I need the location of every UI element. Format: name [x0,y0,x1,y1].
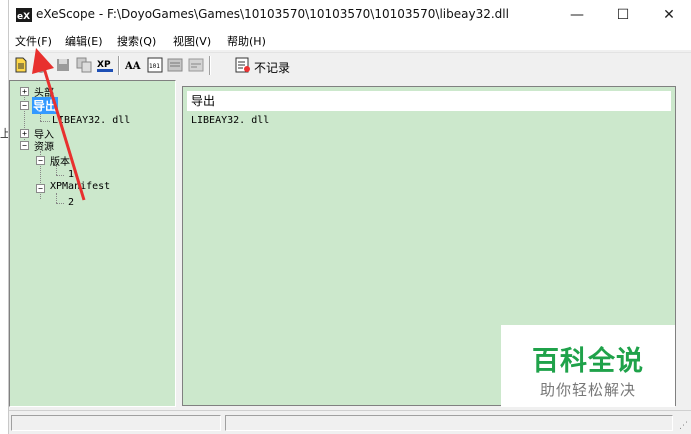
collapse-icon[interactable]: − [20,141,29,150]
maximize-icon: ☐ [616,7,630,23]
title-bar[interactable]: eX eXeScope - F:\DoyoGames\Games\1010357… [9,0,691,30]
resource-icon[interactable]: 101 [147,57,163,73]
minimize-button[interactable]: — [554,0,600,30]
watermark-logo: 百科全说 助你轻松解决 [501,325,675,407]
tree-node-version-1[interactable]: 1 [68,169,74,180]
exescope-window: eX eXeScope - F:\DoyoGames\Games\1010357… [8,0,691,434]
status-bar: ⋰ [9,410,691,434]
tree-node-xpmanifest[interactable]: XPManifest [50,181,110,192]
resize-grip-icon[interactable]: ⋰ [679,421,688,431]
menu-edit[interactable]: 编辑(E) [65,33,103,49]
status-panel [225,415,673,431]
tree-node-xpmanifest-2[interactable]: 2 [68,197,74,208]
norecord-icon[interactable] [235,57,251,73]
svg-text:AA: AA [125,61,141,72]
close-button[interactable]: ✕ [646,0,691,30]
tree-line [56,193,57,203]
toolbar-separator [209,56,211,75]
menu-file[interactable]: 文件(F) [15,33,52,49]
new-icon[interactable] [13,57,29,73]
toolbar-separator [118,56,120,75]
xp-icon[interactable]: XP [97,57,113,73]
toolbar: XP AA 101 不记录 [9,52,691,78]
app-icon: eX [16,8,32,22]
expand-icon[interactable]: + [20,87,29,96]
menu-search[interactable]: 搜索(Q) [117,33,156,49]
svg-text:eX: eX [17,12,30,22]
status-panel [11,415,221,431]
expand-icon[interactable]: + [20,129,29,138]
window-title: eXeScope - F:\DoyoGames\Games\10103570\1… [36,7,509,21]
minimize-icon: — [570,7,584,23]
export-icon[interactable] [167,57,183,73]
fire-icon[interactable] [33,57,49,73]
menu-view[interactable]: 视图(V) [173,33,211,49]
watermark-title: 百科全说 [532,346,644,377]
tree-node-resources[interactable]: 资源 [34,138,54,153]
font-icon[interactable]: AA [125,57,141,73]
tree-line [40,121,50,122]
tree-node-export[interactable]: 导出 [32,97,59,114]
svg-text:101: 101 [149,63,160,70]
collapse-icon[interactable]: − [20,101,29,110]
tree-line [56,175,64,176]
collapse-icon[interactable]: − [36,184,45,193]
svg-text:XP: XP [97,60,111,70]
list-item[interactable]: LIBEAY32. dll [191,115,269,126]
import-icon[interactable] [188,57,204,73]
watermark-subtitle: 助你轻松解决 [539,381,636,399]
collapse-icon[interactable]: − [36,156,45,165]
save-icon[interactable] [55,57,71,73]
list-header[interactable]: 导出 [187,91,671,111]
copy-icon[interactable] [76,57,92,73]
menu-help[interactable]: 帮助(H) [227,33,266,49]
close-icon: ✕ [663,7,675,23]
resource-tree[interactable]: + 头部 − 导出 LIBEAY32. dll + 导入 − 资源 − 版本 1… [9,80,176,407]
tree-node-version[interactable]: 版本 [50,153,70,168]
tree-line [56,203,64,204]
maximize-button[interactable]: ☐ [600,0,646,30]
norecord-label[interactable]: 不记录 [254,59,290,76]
tree-node-export-dll[interactable]: LIBEAY32. dll [52,115,130,126]
menu-bar: 文件(F) 编辑(E) 搜索(Q) 视图(V) 帮助(H) [9,30,691,50]
